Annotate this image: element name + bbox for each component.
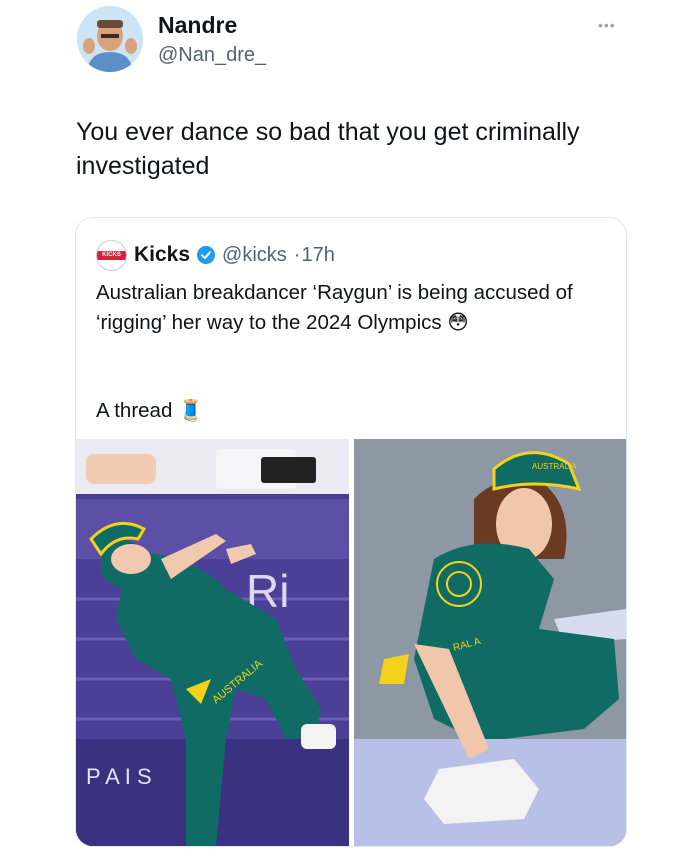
avatar-image: [77, 6, 143, 72]
quoted-tweet[interactable]: KICKS Kicks @kicks · 17h Australian brea…: [75, 217, 627, 847]
media-photo-left[interactable]: Ri P A I S AUSTRALIA: [76, 439, 349, 846]
author-name[interactable]: Nandre: [158, 12, 237, 39]
quoted-tweet-text: Australian breakdancer ‘Raygun’ is being…: [96, 281, 573, 334]
verified-badge-icon: [197, 246, 216, 264]
media-photo-right[interactable]: AUSTRALIA RAL A: [354, 439, 626, 846]
kicks-logo-icon[interactable]: KICKS: [96, 239, 127, 271]
quoted-thread-label: A thread 🧵: [96, 399, 204, 422]
more-options-icon[interactable]: •••: [598, 17, 616, 33]
svg-text:P A I S: P A I S: [86, 764, 152, 789]
author-handle[interactable]: @Nan_dre_: [158, 44, 266, 67]
breakdancer-photo-left: Ri P A I S AUSTRALIA: [76, 439, 349, 846]
author-avatar[interactable]: [77, 6, 143, 72]
tweet-text: You ever dance so bad that you get crimi…: [76, 118, 580, 180]
separator-dot: ·: [293, 243, 301, 266]
quoted-author-handle[interactable]: @kicks: [222, 244, 287, 267]
quoted-author-name[interactable]: Kicks: [134, 243, 190, 267]
quoted-tweet-header: KICKS Kicks @kicks · 17h: [96, 239, 335, 271]
svg-text:AUSTRALIA: AUSTRALIA: [532, 462, 577, 471]
breakdancer-photo-right: AUSTRALIA RAL A: [354, 439, 626, 846]
quoted-time[interactable]: 17h: [301, 244, 334, 267]
